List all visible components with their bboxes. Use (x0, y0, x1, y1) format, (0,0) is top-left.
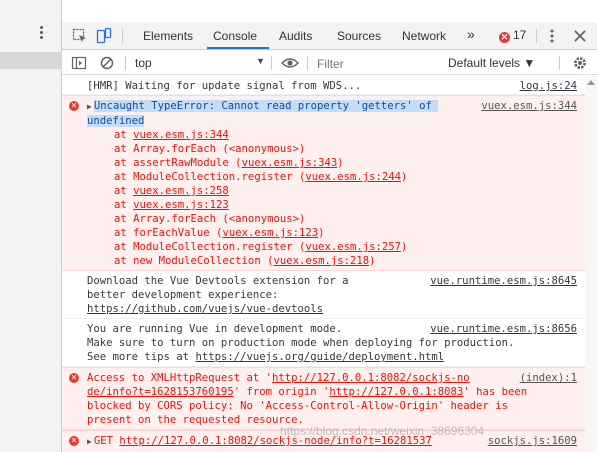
toolbar-divider (559, 56, 560, 70)
filter-input[interactable] (317, 55, 437, 72)
error-stack-trace: at vuex.esm.js:344 at Array.forEach (<an… (87, 128, 577, 268)
expand-triangle-icon[interactable]: ▶ (87, 102, 92, 111)
device-toolbar-icon[interactable] (96, 28, 112, 44)
console-error-typeerror: ✕ ▶ Uncaught TypeError: Cannot read prope… (62, 95, 585, 271)
error-icon: ✕ (69, 373, 79, 383)
stack-frame: at forEachValue (vuex.esm.js:123) (114, 227, 325, 239)
inspect-element-icon[interactable] (72, 28, 88, 44)
message-source-link[interactable]: vuex.esm.js:344 (481, 99, 577, 113)
live-expression-eye-icon[interactable] (281, 55, 299, 71)
more-tabs-chevron-icon[interactable]: » (467, 26, 475, 42)
toolbar-divider (125, 56, 126, 70)
stack-frame: at Array.forEach (<anonymous>) (114, 213, 306, 225)
error-message-text: Uncaught TypeError: Cannot read property… (93, 100, 439, 112)
tab-sources[interactable]: Sources (337, 29, 381, 43)
devtools-link[interactable]: https://github.com/vuejs/vue-devtools (87, 303, 323, 315)
error-count: 17 (513, 28, 527, 42)
customize-menu-icon[interactable] (544, 28, 560, 44)
stack-frame-link[interactable]: vuex.esm.js:244 (305, 171, 401, 183)
toolbar-divider (307, 56, 308, 70)
stack-frame: at Array.forEach (<anonymous>) (114, 143, 306, 155)
message-source-link[interactable]: vue.runtime.esm.js:8656 (430, 322, 577, 336)
clear-console-icon[interactable] (99, 55, 115, 71)
watermark: https://blog.csdn.net/weixin_38696304 (280, 424, 485, 438)
sidebar-toggle-icon[interactable] (71, 55, 87, 71)
message-text: [HMR] Waiting for update signal from WDS… (87, 80, 362, 92)
deployment-guide-link[interactable]: https://vuejs.org/guide/deployment.html (195, 351, 444, 363)
stack-frame: at ModuleCollection.register (vuex.esm.j… (114, 241, 408, 253)
console-toolbar: top ▼ Default levels ▼ (62, 51, 597, 75)
error-message-text-cont: undefined (87, 115, 145, 127)
message-source-link[interactable]: (index):1 (519, 371, 577, 385)
stack-frame-link[interactable]: vuex.esm.js:257 (305, 241, 401, 253)
stack-frame: at vuex.esm.js:344 (114, 129, 229, 141)
error-count-badge[interactable]: ✕ 17 (499, 28, 526, 43)
stack-frame-link[interactable]: vuex.esm.js:344 (133, 129, 229, 141)
console-output: [HMR] Waiting for update signal from WDS… (62, 76, 585, 452)
stack-frame-link[interactable]: vuex.esm.js:343 (242, 157, 338, 169)
console-message-production-tip: You are running Vue in development mode.… (62, 319, 585, 367)
stack-frame-link[interactable]: vuex.esm.js:123 (222, 227, 318, 239)
expand-triangle-icon[interactable]: ▶ (87, 437, 92, 446)
origin-link[interactable]: http://127.0.0.1:8083 (329, 386, 463, 398)
console-scrollbar[interactable] (585, 76, 597, 452)
console-error-cors: ✕ Access to XMLHttpRequest at 'http://12… (62, 367, 585, 430)
close-icon[interactable] (572, 28, 588, 44)
stack-frame-link[interactable]: vuex.esm.js:123 (133, 199, 229, 211)
tab-audits[interactable]: Audits (279, 29, 312, 43)
error-icon: ✕ (499, 32, 510, 43)
message-source-link[interactable]: vue.runtime.esm.js:8645 (430, 274, 577, 288)
tabbar-divider (122, 29, 123, 43)
stack-frame: at new ModuleCollection (vuex.esm.js:218… (114, 255, 376, 267)
error-message-text: blocked by CORS policy: No 'Access-Contr… (87, 400, 508, 412)
message-text: Make sure to turn on production mode whe… (87, 337, 515, 349)
error-message-text: GET (93, 435, 120, 447)
stack-frame-link[interactable]: vuex.esm.js:218 (273, 255, 369, 267)
error-message-text: Access to XMLHttpRequest at ' (87, 372, 272, 384)
page-selected-row (0, 52, 62, 69)
tabbar-divider (536, 29, 537, 43)
scroll-up-arrow-icon[interactable] (587, 80, 595, 85)
stack-frame-link[interactable]: vuex.esm.js:258 (133, 185, 229, 197)
tab-elements[interactable]: Elements (143, 29, 193, 43)
toolbar-divider (271, 56, 272, 70)
devtools-tabbar: Elements Console Audits Sources Network … (62, 22, 597, 50)
error-icon: ✕ (69, 101, 79, 111)
gear-icon[interactable] (572, 55, 588, 71)
tab-console[interactable]: Console (213, 29, 257, 43)
chevron-down-icon[interactable]: ▼ (256, 56, 265, 66)
message-source-link[interactable]: sockjs.js:1609 (487, 434, 577, 448)
stack-frame: at vuex.esm.js:258 (114, 185, 229, 197)
console-message-hmr: [HMR] Waiting for update signal from WDS… (62, 76, 585, 95)
tab-network[interactable]: Network (402, 29, 446, 43)
stack-frame: at assertRawModule (vuex.esm.js:343) (114, 157, 344, 169)
message-text: See more tips at (87, 351, 196, 363)
stack-frame: at ModuleCollection.register (vuex.esm.j… (114, 171, 408, 183)
page-left-strip (0, 0, 62, 452)
stack-frame: at vuex.esm.js:123 (114, 199, 229, 211)
active-tab-indicator (207, 47, 269, 49)
console-message-devtools: Download the Vue Devtools extension for … (62, 271, 585, 319)
page-menu-icon[interactable] (40, 26, 44, 42)
context-selector[interactable]: top (135, 56, 152, 70)
message-source-link[interactable]: log.js:24 (520, 79, 577, 93)
request-url-link-cont[interactable]: de/info?t=1628153760195 (87, 386, 234, 398)
devtools-panel: Elements Console Audits Sources Network … (62, 0, 597, 452)
message-text: better development experience: (87, 289, 279, 301)
log-levels-dropdown[interactable]: Default levels ▼ (448, 56, 535, 70)
request-url-link[interactable]: http://127.0.0.1:8082/sockjs-no (272, 372, 470, 384)
error-icon: ✕ (69, 436, 79, 446)
